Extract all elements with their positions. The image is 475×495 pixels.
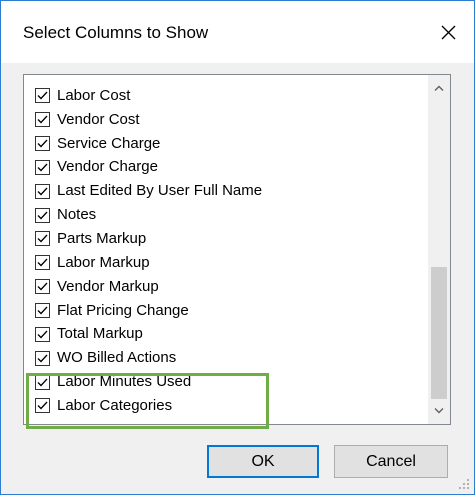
columns-list: Labor Cost Vendor Cost Service Charge Vendo… [35, 84, 425, 418]
title-bar: Select Columns to Show [1, 1, 474, 63]
column-list-item[interactable]: Flat Pricing Change [35, 299, 425, 323]
column-checkbox[interactable] [35, 183, 50, 199]
column-label: WO Billed Actions [57, 349, 177, 367]
column-checkbox[interactable] [35, 136, 50, 152]
column-list-item[interactable]: Vendor Charge [35, 156, 425, 180]
vertical-scrollbar[interactable] [428, 75, 450, 424]
column-label: Notes [57, 206, 97, 224]
column-list-item[interactable]: Labor Minutes Used [35, 370, 425, 394]
checkmark-icon [37, 378, 48, 386]
close-icon [441, 25, 455, 39]
chevron-down-icon [434, 408, 444, 414]
column-checkbox[interactable] [35, 279, 50, 295]
column-checkbox[interactable] [35, 326, 50, 342]
column-label: Flat Pricing Change [57, 301, 189, 319]
column-checkbox[interactable] [35, 159, 50, 175]
column-list-item[interactable]: Total Markup [35, 322, 425, 346]
column-list-item[interactable]: Labor Markup [35, 251, 425, 275]
column-label: Labor Categories [57, 396, 173, 414]
columns-listbox[interactable]: Labor Cost Vendor Cost Service Charge Vendo… [23, 74, 451, 425]
checkmark-icon [37, 163, 48, 172]
column-label: Vendor Cost [57, 110, 140, 128]
column-label: Parts Markup [57, 229, 147, 247]
column-label: Last Edited By User Full Name [57, 182, 263, 200]
column-list-item[interactable]: Vendor Cost [35, 108, 425, 132]
column-checkbox[interactable] [35, 231, 50, 247]
chevron-up-icon [434, 85, 444, 91]
column-label: Total Markup [57, 325, 143, 343]
column-list-item[interactable]: Parts Markup [35, 227, 425, 251]
checkmark-icon [37, 258, 48, 267]
checkmark-icon [37, 282, 48, 291]
column-list-item[interactable]: Service Charge [35, 132, 425, 156]
checkmark-icon [37, 235, 48, 243]
cancel-button[interactable]: Cancel [334, 445, 448, 478]
column-list-item[interactable]: Labor Categories [35, 394, 425, 418]
scroll-thumb[interactable] [431, 267, 447, 399]
checkmark-icon [37, 354, 48, 363]
resize-grip-icon[interactable] [458, 478, 470, 490]
column-label: Vendor Markup [57, 277, 159, 295]
column-list-item[interactable]: WO Billed Actions [35, 346, 425, 370]
scroll-down-button[interactable] [428, 400, 450, 422]
column-label: Labor Markup [57, 253, 150, 271]
column-list-item[interactable]: Labor Cost [35, 84, 425, 108]
checkmark-icon [37, 115, 48, 124]
column-list-item[interactable]: Vendor Markup [35, 275, 425, 299]
scroll-up-button[interactable] [428, 77, 450, 99]
checkmark-icon [37, 91, 48, 100]
column-list-item[interactable]: Last Edited By User Full Name [35, 179, 425, 203]
column-checkbox[interactable] [35, 303, 50, 319]
checkmark-icon [37, 211, 48, 220]
column-checkbox[interactable] [35, 398, 50, 414]
column-label: Vendor Charge [57, 158, 158, 176]
dialog-title: Select Columns to Show [23, 23, 209, 42]
column-list-item[interactable]: Notes [35, 203, 425, 227]
ok-button[interactable]: OK [207, 445, 319, 478]
column-checkbox[interactable] [35, 350, 50, 366]
column-checkbox[interactable] [35, 255, 50, 271]
checkmark-icon [37, 306, 48, 315]
column-checkbox[interactable] [35, 207, 50, 223]
column-label: Service Charge [57, 134, 161, 152]
checkmark-icon [37, 187, 48, 196]
checkmark-icon [37, 139, 48, 148]
close-button[interactable] [422, 1, 474, 63]
select-columns-dialog: Select Columns to Show Labor Cost Vendor … [0, 0, 475, 495]
checkmark-icon [37, 330, 48, 339]
column-label: Labor Minutes Used [57, 373, 192, 391]
checkmark-icon [37, 401, 48, 410]
column-checkbox[interactable] [35, 112, 50, 128]
column-checkbox[interactable] [35, 88, 50, 104]
column-checkbox[interactable] [35, 374, 50, 390]
column-label: Labor Cost [57, 86, 131, 104]
